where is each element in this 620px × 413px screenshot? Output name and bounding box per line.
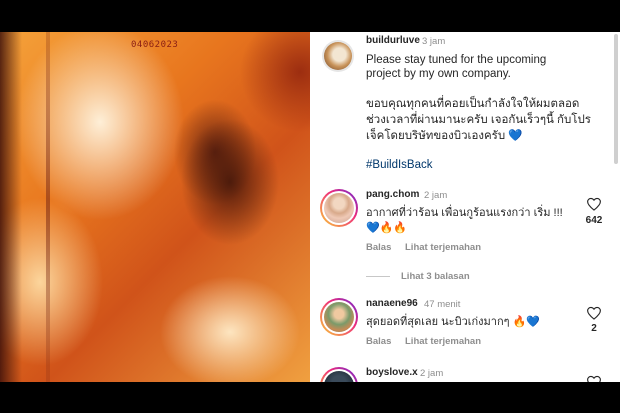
caption-thai-line-2: ช่วงเวลาที่ผ่านมานะครับ เจอกันเร็วๆนี้ ก… [366, 114, 591, 126]
author-avatar[interactable] [322, 40, 354, 72]
comments-panel[interactable]: buildurluve 3 jam Please stay tuned for … [310, 32, 620, 382]
comment-text-line-2: 💙🔥🔥 [366, 222, 408, 234]
heart-outline-icon[interactable] [586, 375, 602, 382]
see-translation-button[interactable]: Lihat terjemahan [405, 336, 481, 347]
see-translation-button[interactable]: Lihat terjemahan [405, 242, 481, 253]
replies-divider [366, 276, 390, 277]
reply-button[interactable]: Balas [366, 242, 391, 253]
comment-avatar[interactable] [320, 298, 358, 336]
blue-heart-emoji: 💙 [508, 130, 523, 142]
caption-thai-line-3-text: เจ็คโดยบริษัทของบิวเองครับ [366, 130, 506, 142]
caption-thai-line-1: ขอบคุณทุกคนที่คอยเป็นกำลังใจให้ผมตลอด [366, 98, 580, 110]
comment-avatar[interactable] [320, 367, 358, 382]
heart-outline-icon[interactable] [586, 306, 602, 320]
reply-button[interactable]: Balas [366, 336, 391, 347]
photo-edge-shadow [0, 32, 22, 382]
comment-like-count: 2 [591, 323, 597, 334]
comment-like-count: 642 [585, 215, 603, 226]
comment-avatar[interactable] [320, 189, 358, 227]
hashtag-link[interactable]: #BuildIsBack [366, 159, 432, 171]
post-photo[interactable]: 04062023 [0, 32, 310, 382]
comment-time[interactable]: 2 jam [424, 190, 447, 201]
comment-username[interactable]: nanaene96 [366, 298, 418, 309]
caption-line-2: project by my own company. [366, 68, 511, 80]
post-time[interactable]: 3 jam [422, 36, 445, 47]
comment-text-line-1: อากาศที่ว่าร้อน เพื่อนกูร้อนแรงกว่า เริ่… [366, 207, 563, 219]
comment-time[interactable]: 2 jam [420, 368, 443, 379]
author-username[interactable]: buildurluve [366, 35, 420, 46]
comment-time[interactable]: 47 menit [424, 299, 460, 310]
photo-date-stamp: 04062023 [131, 40, 179, 50]
heart-outline-icon[interactable] [586, 197, 602, 211]
comment-username[interactable]: pang.chom [366, 189, 419, 200]
caption-line-1: Please stay tuned for the upcoming [366, 54, 547, 66]
post-viewer: 04062023 buildurluve 3 jam Please stay t… [0, 32, 620, 382]
photo-film-stripe [46, 32, 50, 382]
view-replies-button[interactable]: Lihat 3 balasan [401, 271, 470, 282]
scrollbar[interactable] [614, 34, 618, 164]
caption-thai-line-3: เจ็คโดยบริษัทของบิวเองครับ 💙 [366, 129, 523, 143]
comment-text-line-1: สุดยอดที่สุดเลย นะบิวเก่งมากๆ 🔥💙 [366, 316, 540, 328]
comment-username[interactable]: boyslove.x [366, 367, 418, 378]
